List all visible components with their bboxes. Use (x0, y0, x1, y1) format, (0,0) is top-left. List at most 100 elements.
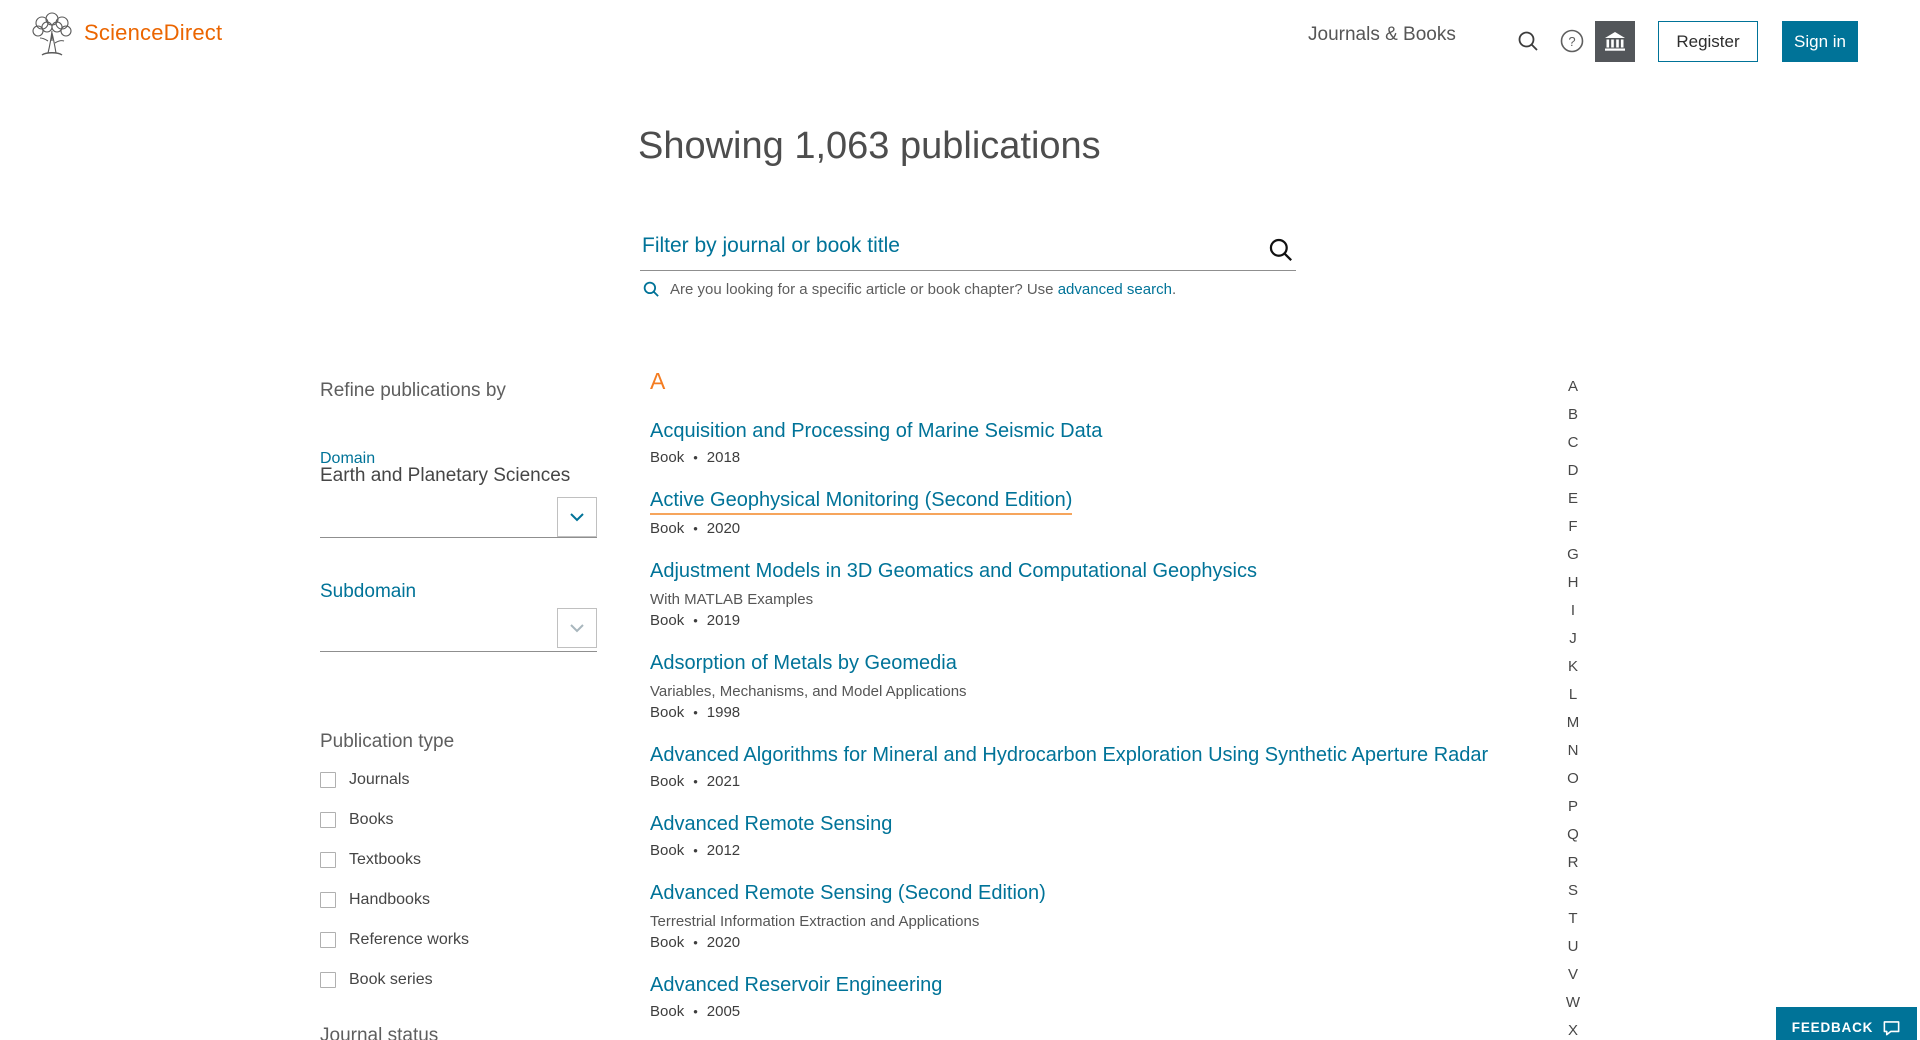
alphabet-letter-g[interactable]: G (1556, 541, 1590, 569)
section-letter-heading: A (650, 368, 1550, 394)
publication-title-link[interactable]: Adsorption of Metals by Geomedia (650, 650, 957, 676)
checkbox-label: Handbooks (349, 891, 430, 909)
alphabet-letter-i[interactable]: I (1556, 597, 1590, 625)
alphabet-letter-n[interactable]: N (1556, 737, 1590, 765)
publication-title-link[interactable]: Acquisition and Processing of Marine Sei… (650, 418, 1102, 444)
publication-title-link[interactable]: Advanced Remote Sensing (650, 811, 892, 837)
publication-title-link[interactable]: Advanced Reservoir Engineering (650, 972, 942, 998)
alphabet-letter-k[interactable]: K (1556, 653, 1590, 681)
filter-search-icon[interactable] (1267, 236, 1294, 263)
publication-item: Advanced Remote Sensing Book•2012 (650, 811, 1550, 860)
publication-meta: Book•2019 (650, 611, 1550, 630)
meta-separator: • (693, 519, 698, 538)
filter-option-handbooks[interactable]: Handbooks (320, 890, 597, 910)
header-help-button[interactable]: ? (1556, 25, 1588, 57)
publication-item: Advanced Algorithms for Mineral and Hydr… (650, 742, 1550, 791)
publication-title-link[interactable]: Advanced Algorithms for Mineral and Hydr… (650, 742, 1488, 768)
publication-title-link[interactable]: Active Geophysical Monitoring (Second Ed… (650, 487, 1072, 515)
publication-type: Book (650, 933, 684, 952)
meta-separator: • (693, 448, 698, 467)
alphabet-letter-f[interactable]: F (1556, 513, 1590, 541)
advanced-search-hint: Are you looking for a specific article o… (642, 280, 1402, 298)
publication-item: Acquisition and Processing of Marine Sei… (650, 418, 1550, 467)
nav-journals-books[interactable]: Journals & Books (1308, 24, 1456, 46)
publication-title-link[interactable]: Advanced Remote Sensing (Second Edition) (650, 880, 1046, 906)
alphabet-letter-x[interactable]: X (1556, 1017, 1590, 1040)
alphabet-letter-u[interactable]: U (1556, 933, 1590, 961)
alphabet-index: ABCDEFGHIJKLMNOPQRSTUVWX (1556, 373, 1590, 1040)
meta-separator: • (693, 703, 698, 722)
filter-option-reference-works[interactable]: Reference works (320, 930, 597, 950)
publication-item: Adjustment Models in 3D Geomatics and Co… (650, 558, 1550, 630)
checkbox-reference-works[interactable] (320, 932, 336, 948)
publication-meta: Book•2018 (650, 448, 1550, 467)
alphabet-letter-d[interactable]: D (1556, 457, 1590, 485)
publication-year: 1998 (707, 703, 740, 722)
publication-meta: Book•2012 (650, 841, 1550, 860)
brand-name[interactable]: ScienceDirect (84, 20, 222, 46)
publication-title-link[interactable]: Adjustment Models in 3D Geomatics and Co… (650, 558, 1257, 584)
advanced-search-link[interactable]: advanced search (1058, 281, 1172, 298)
subdomain-field: Subdomain (320, 582, 597, 652)
alphabet-letter-t[interactable]: T (1556, 905, 1590, 933)
domain-field: Domain Earth and Planetary Sciences (320, 451, 597, 538)
checkbox-book-series[interactable] (320, 972, 336, 988)
meta-separator: • (693, 1002, 698, 1021)
alphabet-letter-q[interactable]: Q (1556, 821, 1590, 849)
publication-subtitle: With MATLAB Examples (650, 588, 1550, 611)
publication-item: Advanced Remote Sensing (Second Edition)… (650, 880, 1550, 952)
meta-separator: • (693, 933, 698, 952)
alphabet-letter-p[interactable]: P (1556, 793, 1590, 821)
chevron-down-icon (567, 507, 587, 527)
feedback-button[interactable]: FEEDBACK (1776, 1007, 1917, 1040)
alphabet-letter-v[interactable]: V (1556, 961, 1590, 989)
subdomain-dropdown-button[interactable] (557, 608, 597, 648)
alphabet-letter-o[interactable]: O (1556, 765, 1590, 793)
refine-title: Refine publications by (320, 380, 597, 402)
alphabet-letter-l[interactable]: L (1556, 681, 1590, 709)
checkbox-label: Journals (349, 771, 409, 789)
alphabet-letter-s[interactable]: S (1556, 877, 1590, 905)
checkbox-textbooks[interactable] (320, 852, 336, 868)
publication-meta: Book•2005 (650, 1002, 1550, 1021)
publication-year: 2020 (707, 519, 740, 538)
domain-dropdown-button[interactable] (557, 497, 597, 537)
publication-type-title: Publication type (320, 731, 597, 753)
filter-option-textbooks[interactable]: Textbooks (320, 850, 597, 870)
publication-year: 2020 (707, 933, 740, 952)
filter-option-book-series[interactable]: Book series (320, 970, 597, 990)
alphabet-letter-b[interactable]: B (1556, 401, 1590, 429)
svg-text:?: ? (1568, 34, 1575, 49)
publication-item: Adsorption of Metals by Geomedia Variable… (650, 650, 1550, 722)
alphabet-letter-a[interactable]: A (1556, 373, 1590, 401)
publication-subtitle: Variables, Mechanisms, and Model Applica… (650, 680, 1550, 703)
checkbox-handbooks[interactable] (320, 892, 336, 908)
hint-text: Are you looking for a specific article o… (670, 281, 1176, 298)
checkbox-books[interactable] (320, 812, 336, 828)
header-search-button[interactable] (1512, 25, 1544, 57)
publication-subtitle: Terrestrial Information Extraction and A… (650, 910, 1550, 933)
elsevier-tree-icon (28, 11, 76, 59)
alphabet-letter-m[interactable]: M (1556, 709, 1590, 737)
publication-item: Active Geophysical Monitoring (Second Ed… (650, 487, 1550, 538)
page-title: Showing 1,063 publications (638, 125, 1101, 168)
alphabet-letter-c[interactable]: C (1556, 429, 1590, 457)
filter-input[interactable] (640, 230, 1296, 270)
domain-label: Domain (320, 451, 597, 466)
filter-option-books[interactable]: Books (320, 810, 597, 830)
checkbox-label: Reference works (349, 931, 469, 949)
alphabet-letter-e[interactable]: E (1556, 485, 1590, 513)
filter-option-journals[interactable]: Journals (320, 770, 597, 790)
alphabet-letter-r[interactable]: R (1556, 849, 1590, 877)
meta-separator: • (693, 772, 698, 791)
checkbox-label: Books (349, 811, 393, 829)
alphabet-letter-w[interactable]: W (1556, 989, 1590, 1017)
alphabet-letter-h[interactable]: H (1556, 569, 1590, 597)
alphabet-letter-j[interactable]: J (1556, 625, 1590, 653)
institution-access-button[interactable] (1595, 21, 1635, 62)
register-button[interactable]: Register (1658, 21, 1758, 62)
checkbox-journals[interactable] (320, 772, 336, 788)
chevron-down-icon (567, 618, 587, 638)
publication-meta: Book•2020 (650, 519, 1550, 538)
signin-button[interactable]: Sign in (1782, 21, 1858, 62)
